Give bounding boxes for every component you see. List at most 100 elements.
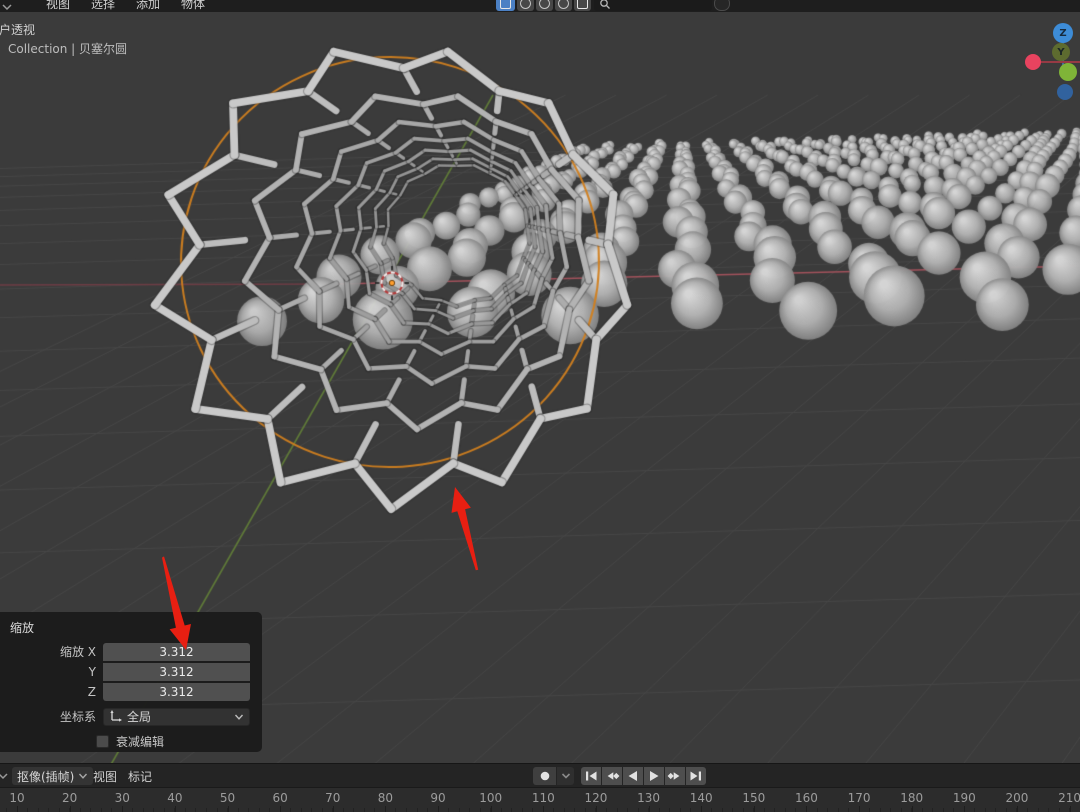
overlays-icon — [577, 0, 588, 9]
overlays-button[interactable] — [574, 0, 591, 11]
scale-value-field[interactable]: 3.312 — [103, 642, 250, 661]
ruler-minor-tick — [942, 808, 944, 812]
ruler-major-tick — [332, 806, 334, 812]
ruler-minor-tick — [321, 808, 323, 812]
falloff-checkbox[interactable] — [96, 735, 109, 748]
ruler-minor-tick — [184, 808, 186, 812]
timeline-menu-marker[interactable]: 标记 — [128, 768, 152, 785]
ruler-frame-number: 110 — [531, 791, 555, 805]
view-perspective-label: 户透视 — [0, 23, 36, 37]
ruler-minor-tick — [658, 808, 660, 812]
ruler-frame-number: 90 — [430, 791, 446, 805]
ruler-minor-tick — [1005, 808, 1007, 812]
record-button[interactable] — [533, 767, 556, 785]
ruler-frame-number: 180 — [900, 791, 924, 805]
ruler-minor-tick — [732, 808, 734, 812]
ruler-frame-number: 170 — [847, 791, 871, 805]
snap-icon — [520, 0, 531, 9]
ruler-major-tick — [648, 806, 650, 812]
ruler-major-tick — [701, 806, 703, 812]
ruler-minor-tick — [1037, 808, 1039, 812]
falloff-label: 衰减编辑 — [116, 735, 165, 749]
editor-type-chevron-icon[interactable] — [1, 2, 15, 12]
operator-panel-title: 缩放 — [10, 621, 35, 635]
play-icon — [650, 771, 659, 781]
ruler-frame-number: 160 — [794, 791, 818, 805]
header-dropdown[interactable] — [714, 0, 730, 11]
ruler-minor-tick — [679, 808, 681, 812]
ruler-minor-tick — [932, 808, 934, 812]
scale-axis-label: Z — [87, 684, 96, 699]
header-menu-item[interactable]: 选择 — [89, 0, 117, 11]
scale-value-field[interactable]: 3.312 — [103, 682, 250, 701]
transport-controls — [533, 767, 706, 785]
timeline-editor-chevron-icon[interactable] — [0, 772, 11, 782]
proportional-editing-button[interactable] — [496, 0, 515, 11]
ruler-major-tick — [964, 806, 966, 812]
ruler-major-tick — [17, 806, 18, 812]
jump-last-button[interactable] — [686, 767, 706, 785]
ruler-minor-tick — [532, 808, 534, 812]
snap-target-button[interactable] — [536, 0, 553, 11]
ruler-major-tick — [543, 806, 545, 812]
gizmos-button[interactable] — [555, 0, 572, 11]
keying-popover[interactable]: 抠像(插帧) — [12, 767, 94, 785]
prev-keyframe-icon — [607, 772, 620, 780]
ruler-minor-tick — [837, 808, 839, 812]
ruler-minor-tick — [795, 808, 797, 812]
next-keyframe-button[interactable] — [665, 767, 685, 785]
ruler-minor-tick — [27, 808, 29, 812]
ruler-minor-tick — [711, 808, 713, 812]
ruler-minor-tick — [363, 808, 365, 812]
ruler-minor-tick — [100, 808, 102, 812]
keying-popover-label: 抠像(插帧) — [17, 769, 75, 784]
search-input[interactable] — [594, 0, 712, 11]
ruler-minor-tick — [248, 808, 250, 812]
ruler-major-tick — [753, 806, 755, 812]
prev-keyframe-button[interactable] — [602, 767, 622, 785]
ruler-minor-tick — [784, 808, 786, 812]
orientation-dropdown[interactable]: 全局 — [103, 707, 250, 726]
jump-first-button[interactable] — [581, 767, 601, 785]
scale-axis-label: 缩放 X — [59, 645, 96, 659]
ruler-minor-tick — [869, 808, 871, 812]
ruler-minor-tick — [37, 808, 39, 812]
ruler-frame-number: 40 — [167, 791, 183, 805]
header-menu-item[interactable]: 视图 — [44, 0, 72, 11]
ruler-minor-tick — [879, 808, 881, 812]
ruler-frame-number: 200 — [1005, 791, 1029, 805]
scale-value-field[interactable]: 3.312 — [103, 662, 250, 681]
snap-button[interactable] — [517, 0, 534, 11]
ruler-minor-tick — [669, 808, 671, 812]
play-button[interactable] — [644, 767, 664, 785]
timeline-ruler[interactable]: 10 20 30 40 50 60 70 80 90 100 110 120 130 140 150 160 1… — [0, 787, 1080, 812]
next-keyframe-icon — [667, 772, 680, 780]
ruler-frame-number: 30 — [114, 791, 130, 805]
ruler-minor-tick — [984, 808, 986, 812]
record-options-button[interactable] — [557, 767, 574, 785]
ruler-frame-number: 60 — [272, 791, 288, 805]
ruler-minor-tick — [563, 808, 565, 812]
ruler-major-tick — [806, 806, 808, 812]
header-menu-item[interactable]: 添加 — [134, 0, 162, 11]
timeline-menu-view[interactable]: 视图 — [93, 768, 117, 785]
search-icon — [600, 0, 610, 9]
ruler-minor-tick — [416, 808, 418, 812]
ruler-major-tick — [69, 806, 71, 812]
chevron-down-icon — [234, 714, 244, 720]
jump-last-icon — [690, 771, 701, 781]
snap-target-icon — [539, 0, 550, 9]
ruler-minor-tick — [690, 808, 692, 812]
header-menu-item[interactable]: 物体 — [179, 0, 207, 11]
ruler-minor-tick — [6, 808, 7, 812]
ruler-frame-number: 50 — [219, 791, 236, 805]
ruler-frame-number: 140 — [689, 791, 713, 805]
ruler-minor-tick — [848, 808, 850, 812]
ruler-major-tick — [385, 806, 387, 812]
record-options-icon — [561, 773, 571, 779]
ruler-major-tick — [911, 806, 913, 812]
play-reverse-button[interactable] — [623, 767, 643, 785]
ruler-minor-tick — [163, 808, 165, 812]
ruler-frame-number: 10 — [9, 791, 25, 805]
ruler-minor-tick — [216, 808, 218, 812]
